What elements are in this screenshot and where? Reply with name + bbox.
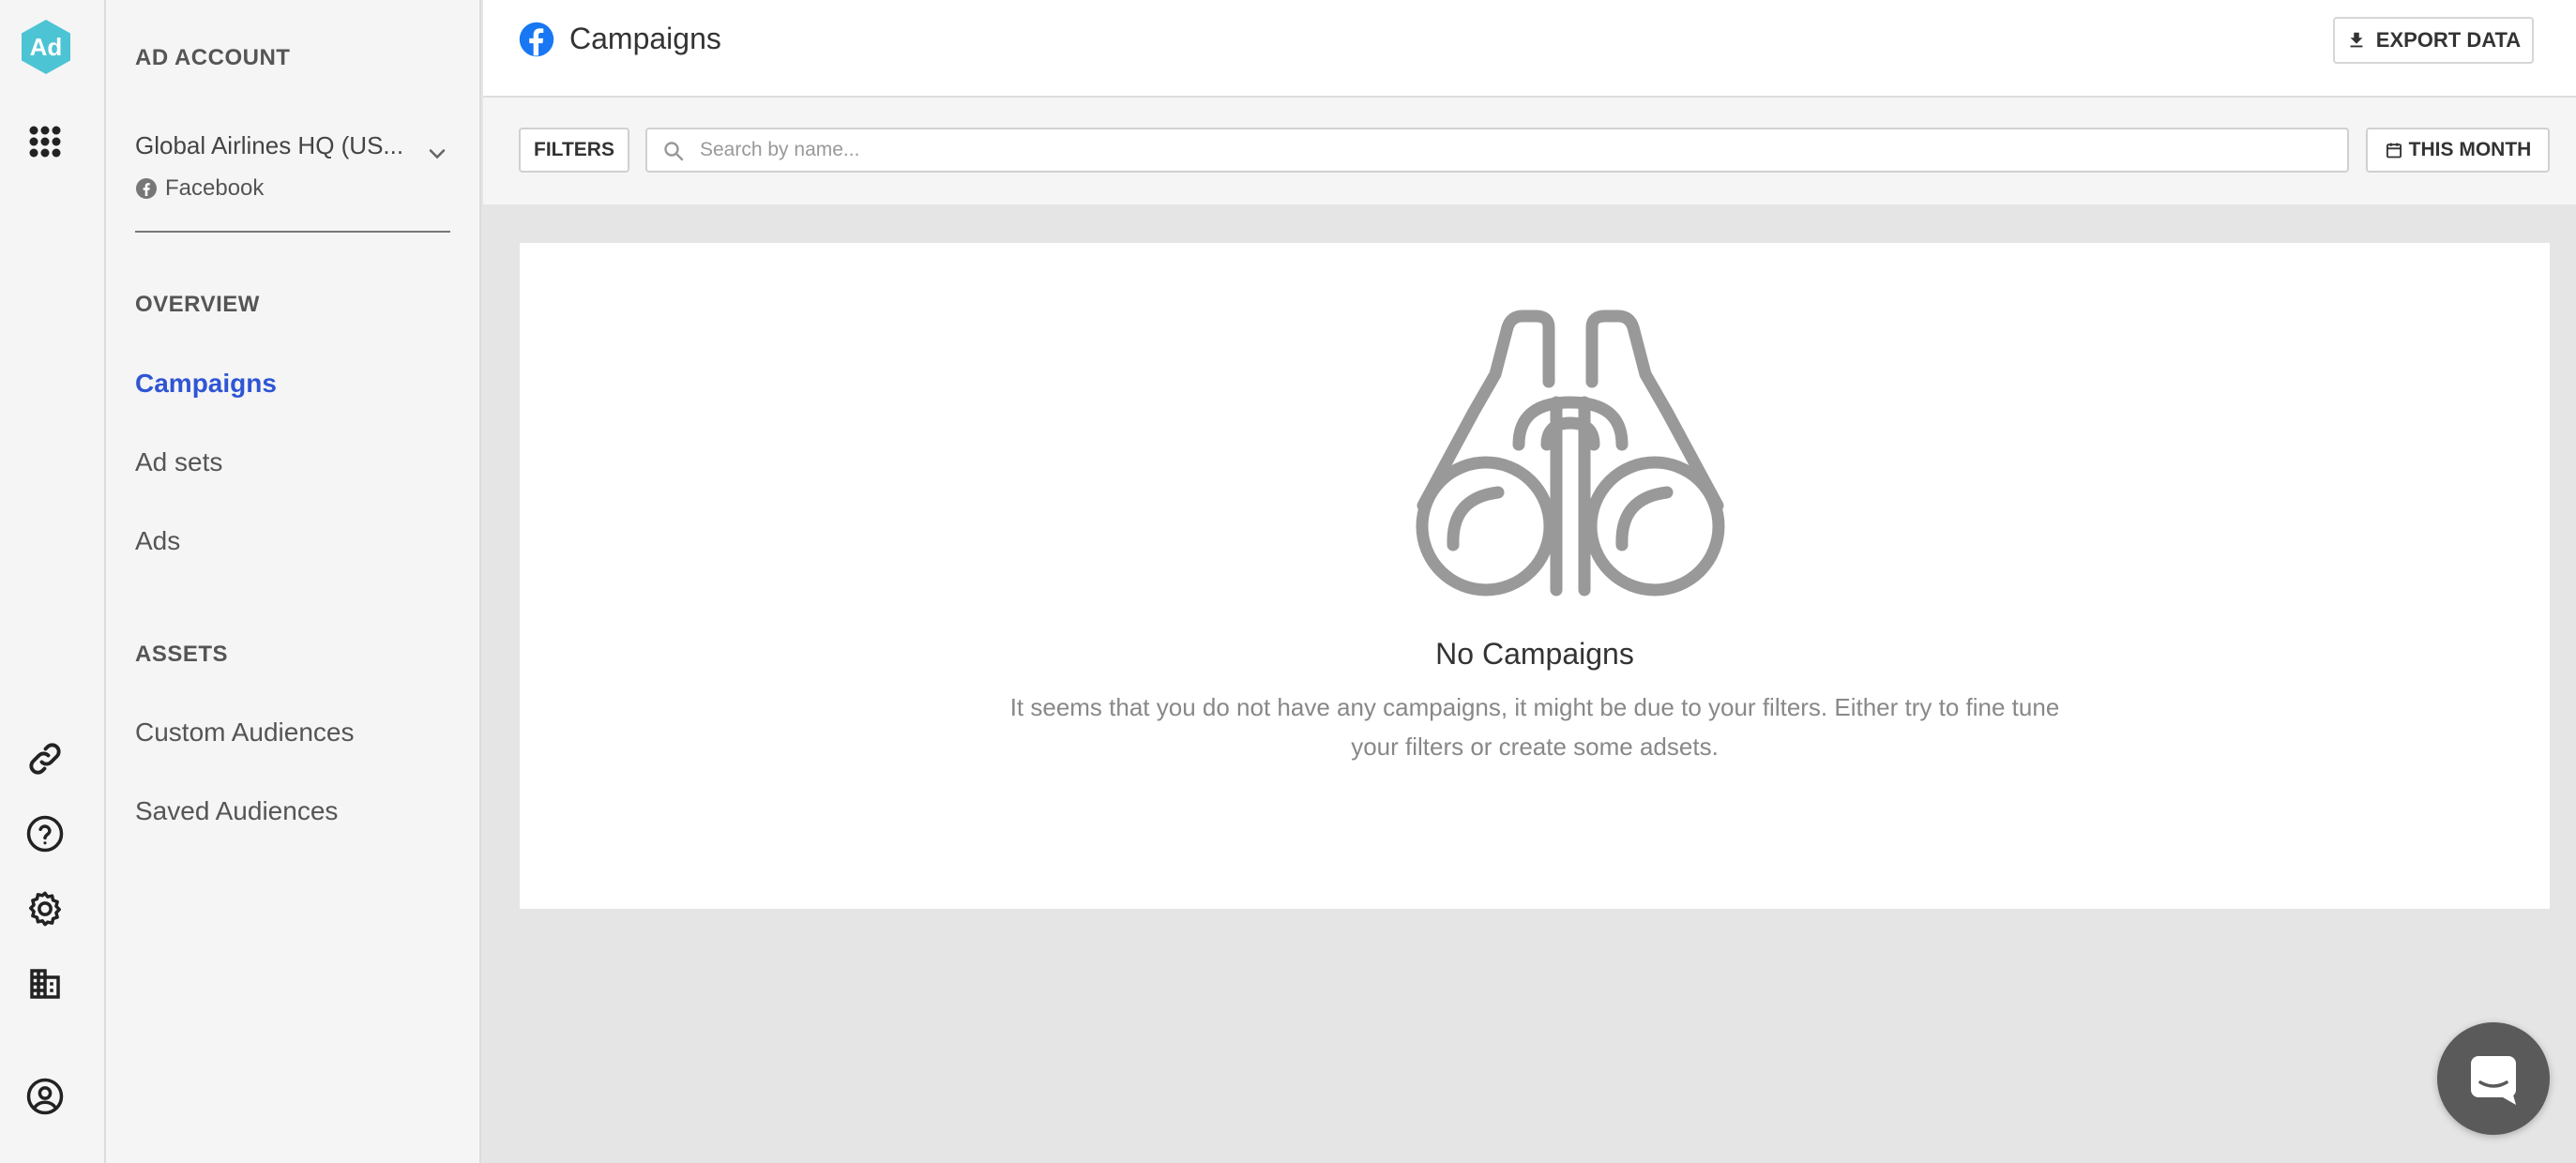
search-input[interactable]	[700, 133, 2332, 167]
filters-button[interactable]: FILTERS	[519, 128, 629, 173]
date-range-button[interactable]: THIS MONTH	[2366, 128, 2550, 173]
chat-launcher-button[interactable]	[2437, 1022, 2550, 1135]
nav-item-ads[interactable]: Ads	[135, 526, 180, 556]
links-button[interactable]	[18, 732, 72, 786]
page-header: Campaigns EXPORT DATA	[483, 0, 2576, 98]
filter-toolbar: FILTERS THIS MONTH	[483, 98, 2576, 204]
assets-heading: ASSETS	[135, 642, 229, 667]
download-icon	[2350, 32, 2363, 48]
building-icon	[30, 969, 60, 999]
account-circle-icon	[26, 1078, 64, 1115]
account-selector[interactable]: Global Airlines HQ (US... Facebook	[135, 131, 450, 233]
export-data-button[interactable]: EXPORT DATA	[2333, 17, 2534, 64]
export-data-label: EXPORT DATA	[2375, 28, 2522, 52]
organization-button[interactable]	[18, 957, 72, 1011]
gear-icon	[29, 891, 61, 927]
side-nav: AD ACCOUNT Global Airlines HQ (US... Fac…	[106, 0, 481, 1163]
facebook-icon	[136, 178, 157, 199]
account-platform-label: Facebook	[165, 175, 265, 201]
help-icon	[26, 815, 64, 853]
facebook-icon	[519, 22, 554, 57]
account-platform: Facebook	[135, 175, 264, 202]
icon-rail: Ad	[0, 0, 106, 1163]
binoculars-icon	[1416, 310, 1725, 597]
help-button[interactable]	[18, 807, 72, 861]
empty-state-description: It seems that you do not have any campai…	[1009, 693, 2060, 761]
apps-grid-icon	[29, 126, 61, 158]
link-icon	[29, 743, 61, 775]
nav-item-campaigns[interactable]: Campaigns	[135, 369, 277, 399]
logo-text: Ad	[29, 32, 63, 61]
page-title: Campaigns	[569, 22, 721, 55]
empty-state-card: No Campaigns It seems that you do not ha…	[520, 243, 2550, 909]
ad-account-heading: AD ACCOUNT	[135, 45, 291, 70]
profile-button[interactable]	[18, 1069, 72, 1124]
chat-icon	[2471, 1056, 2516, 1105]
calendar-icon	[2386, 143, 2402, 159]
app-logo[interactable]: Ad	[22, 20, 70, 74]
settings-button[interactable]	[18, 882, 72, 936]
search-box	[645, 128, 2349, 173]
date-range-label: THIS MONTH	[2408, 139, 2532, 160]
nav-item-saved-audiences[interactable]: Saved Audiences	[135, 796, 338, 826]
app-root: Ad AD ACCOUNT Global Airlines HQ (US... …	[0, 0, 2576, 1163]
search-icon	[664, 142, 684, 161]
overview-heading: OVERVIEW	[135, 292, 260, 317]
empty-state-title: No Campaigns	[1435, 637, 1634, 671]
chevron-down-icon	[429, 149, 446, 159]
apps-button[interactable]	[18, 114, 72, 169]
main-content: No Campaigns It seems that you do not ha…	[483, 204, 2576, 1163]
nav-item-custom-audiences[interactable]: Custom Audiences	[135, 717, 354, 748]
account-name: Global Airlines HQ (US...	[135, 131, 404, 159]
nav-item-ad-sets[interactable]: Ad sets	[135, 447, 222, 477]
